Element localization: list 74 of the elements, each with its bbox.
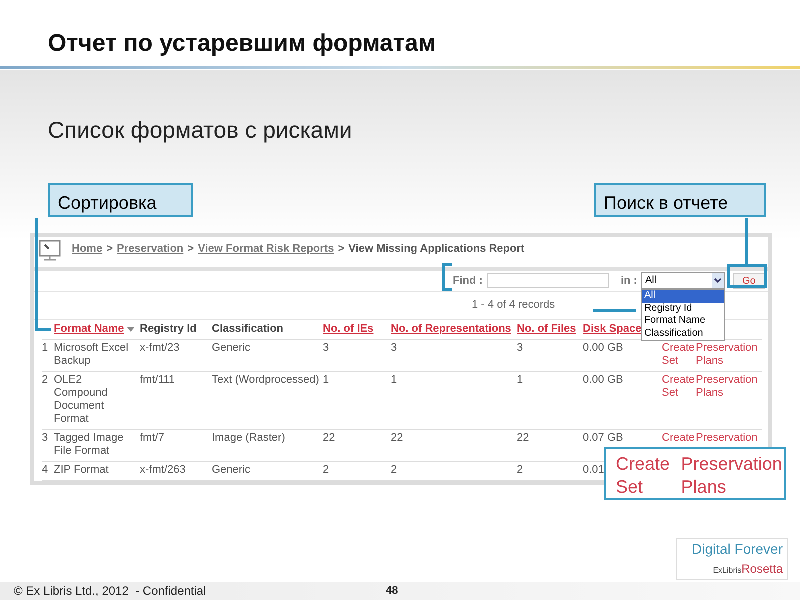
column-header: Registry Id: [140, 323, 197, 335]
action-link[interactable]: Create Set: [662, 374, 692, 400]
slide-title: Отчет по устаревшим форматам: [47, 29, 438, 59]
breadcrumb-separator: >: [106, 242, 113, 257]
breadcrumb-link[interactable]: View Format Risk Reports: [198, 241, 334, 258]
table-cell: Microsoft Excel Backup: [54, 342, 129, 367]
table-cell: OLE2 Compound Document Format: [54, 374, 108, 425]
dropdown-option[interactable]: Format Name: [642, 315, 724, 328]
table-cell: 3: [391, 342, 398, 354]
table-cell: 22: [391, 432, 404, 444]
action-link[interactable]: Create Set: [662, 342, 692, 368]
sort-link[interactable]: Disk Space: [583, 323, 642, 335]
footer-text: © Ex Libris Ltd., 2012 - Confidential: [13, 583, 208, 600]
table-cell: 0.00 GB: [583, 374, 624, 386]
find-label: Find :: [453, 274, 483, 289]
column-header: Classification: [212, 323, 284, 335]
row-number: 4: [42, 462, 54, 480]
breadcrumb-separator: >: [338, 242, 345, 257]
table-cell: ZIP Format: [54, 464, 109, 476]
breadcrumb-link[interactable]: Preservation: [117, 241, 184, 258]
table-cell: 0.00 GB: [583, 342, 624, 354]
table-cell: 22: [517, 432, 530, 444]
breadcrumb-link[interactable]: Home: [72, 241, 103, 258]
logo-text: ExLibris: [713, 565, 742, 577]
table-cell: x-fmt/263: [140, 464, 186, 476]
caret-icon: [712, 273, 724, 288]
search-field[interactable]: [486, 273, 609, 288]
action-link[interactable]: Preservation: [696, 432, 758, 445]
table-cell: 1: [391, 374, 398, 386]
table-cell: fmt/111: [140, 374, 176, 386]
breadcrumb-current: View Missing Applications Report: [348, 242, 525, 257]
table-cell: 0.01: [583, 464, 604, 476]
table-cell: 22: [323, 432, 336, 444]
table-cell: Tagged Image File Format: [54, 432, 124, 457]
logo-text: Rosetta: [742, 561, 783, 578]
table-cell: 3: [323, 342, 330, 354]
table-cell: 2: [517, 464, 524, 476]
slide-subtitle: Список форматов с рисками: [47, 116, 354, 145]
dropdown-option[interactable]: Classification: [642, 328, 724, 340]
action-link[interactable]: Preservation Plans: [696, 342, 758, 368]
callout-action-text: Preservation Plans: [681, 453, 784, 498]
table-cell: 0.07 GB: [583, 432, 624, 444]
callout-action-text: Create Set: [616, 453, 672, 498]
callout-label: Сортировка: [48, 183, 193, 217]
leader-line: [442, 263, 452, 291]
sort-link[interactable]: No. of Files: [517, 323, 576, 335]
table-cell: Image (Raster): [212, 432, 286, 444]
row-number: 3: [42, 430, 54, 462]
leader-line: [593, 309, 636, 312]
callout-label: Поиск в отчете: [594, 183, 766, 217]
table-cell: Generic: [212, 464, 251, 476]
dropdown-option[interactable]: Registry Id: [642, 302, 724, 316]
table-cell: 1: [323, 374, 330, 386]
table-cell: 3: [517, 342, 524, 354]
in-label: in :: [620, 274, 638, 289]
table-cell: x-fmt/23: [140, 342, 180, 354]
table-cell: Text (Wordprocessed): [212, 374, 320, 386]
sort-link[interactable]: No. of IEs: [323, 323, 374, 335]
row-number: 2: [42, 372, 54, 430]
page-number: 48: [386, 584, 398, 599]
table-cell: 2: [391, 464, 398, 476]
table-cell: 1: [517, 374, 524, 386]
row-number: 1: [42, 340, 54, 372]
action-link[interactable]: Preservation Plans: [696, 374, 758, 400]
records-count: 1 - 4 of 4 records: [472, 298, 556, 314]
dropdown-option[interactable]: All: [642, 290, 724, 303]
sort-link[interactable]: No. of Representations: [391, 323, 512, 335]
table-cell: Generic: [212, 342, 251, 354]
breadcrumb-separator: >: [188, 242, 194, 257]
table-cell: fmt/7: [140, 432, 164, 444]
logo-text: Digital Forever: [692, 540, 783, 559]
action-link[interactable]: Create: [662, 432, 692, 445]
table-cell: 2: [323, 464, 330, 476]
sort-link[interactable]: Format Name: [54, 323, 124, 335]
